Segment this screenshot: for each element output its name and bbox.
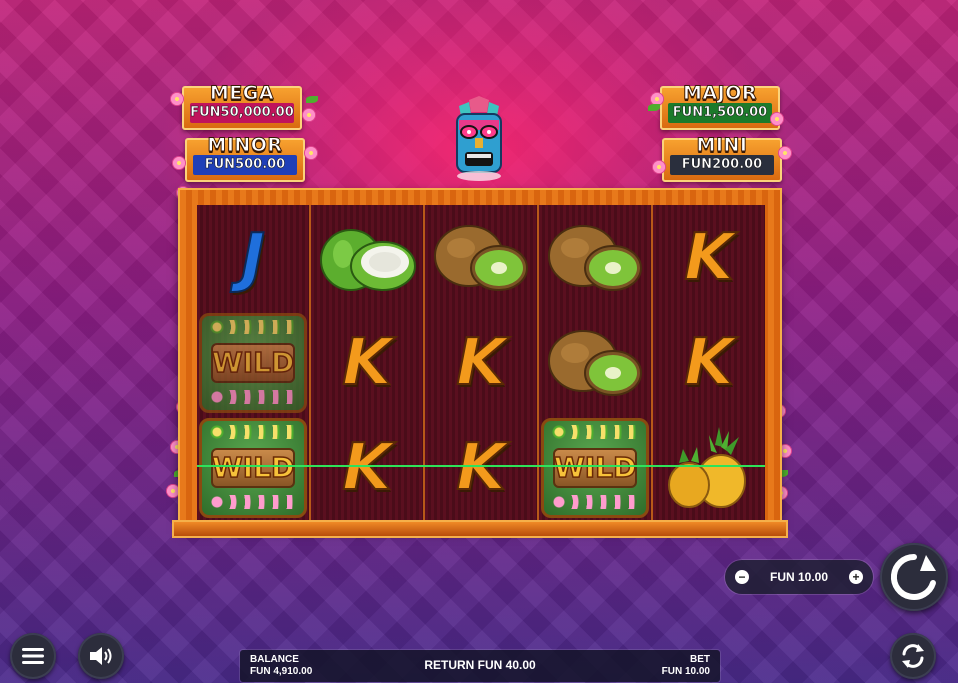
bet-increase-button[interactable]: + (849, 570, 863, 584)
flower-decoration (770, 112, 784, 126)
kiwi-icon (548, 224, 642, 291)
reel-5: K K (653, 205, 765, 520)
reel-3: K K (425, 205, 539, 520)
return-amount: RETURN FUN 40.00 (424, 658, 536, 672)
leaf-decoration (306, 96, 318, 103)
jackpot-mini-value: FUN200.00 (670, 155, 774, 175)
jackpot-mega-title: MEGA (209, 82, 275, 105)
reel-cell: K (425, 415, 537, 520)
flower-decoration (172, 156, 186, 170)
flower-decoration (552, 494, 638, 509)
autoplay-icon (902, 644, 924, 668)
bottom-info-bar: BALANCE FUN 4,910.00 RETURN FUN 40.00 BE… (240, 650, 720, 682)
coconut-icon (320, 228, 416, 291)
win-line (197, 465, 765, 467)
bet-decrease-button[interactable]: − (735, 570, 749, 584)
reel-cell (539, 205, 651, 310)
reel-1: J WILD WILD (197, 205, 311, 520)
wild-sign: WILD (211, 342, 295, 383)
flower-decoration (778, 146, 792, 160)
leaf-decoration (648, 104, 660, 111)
reel-cell: K (653, 310, 765, 415)
flower-decoration (170, 92, 184, 106)
flower-decoration (552, 424, 638, 439)
wild-label: WILD (553, 450, 637, 485)
spin-button[interactable] (880, 543, 948, 611)
reel-cell: WILD (197, 310, 309, 415)
k-symbol: K (455, 325, 507, 401)
spin-icon (890, 553, 936, 600)
flower-decoration (210, 319, 296, 334)
jackpot-major: MAJOR FUN1,500.00 (660, 82, 780, 130)
wild-label: WILD (211, 450, 295, 485)
wild-label: WILD (211, 345, 295, 380)
reel-frame-base (172, 520, 788, 538)
kiwi-icon (434, 224, 528, 291)
flower-decoration (652, 160, 666, 174)
bet-amount: FUN 10.00 (661, 666, 710, 677)
wild-symbol: WILD (199, 312, 307, 413)
flower-decoration (304, 146, 318, 160)
reel-2: K K (311, 205, 425, 520)
menu-icon (22, 648, 44, 664)
tiki-mask-icon (456, 96, 502, 181)
bet-label: BET (690, 654, 710, 665)
reel-4: WILD (539, 205, 653, 520)
reels: J WILD WILD K K K K WILD K K (197, 205, 765, 520)
kiwi-icon (548, 329, 642, 396)
reel-cell (425, 205, 537, 310)
jackpot-minor-value: FUN500.00 (193, 155, 297, 175)
j-symbol: J (240, 220, 266, 296)
reel-cell: K (311, 415, 423, 520)
jackpot-major-title: MAJOR (683, 82, 757, 105)
reel-cell (653, 415, 765, 520)
sound-button[interactable] (78, 633, 124, 679)
reel-cell: K (311, 310, 423, 415)
reel-cell: WILD (197, 415, 309, 520)
jackpot-mega-value: FUN50,000.00 (190, 103, 294, 123)
wild-sign: WILD (553, 447, 637, 488)
k-symbol: K (683, 220, 735, 296)
reel-cell: K (425, 310, 537, 415)
reel-cell (311, 205, 423, 310)
speaker-icon (90, 647, 112, 665)
flower-decoration (210, 389, 296, 404)
flower-decoration (302, 108, 316, 122)
k-symbol: K (341, 325, 393, 401)
k-symbol: K (341, 430, 393, 506)
jackpot-major-value: FUN1,500.00 (668, 103, 772, 123)
flower-decoration (210, 424, 296, 439)
jackpot-minor-title: MINOR (207, 134, 283, 157)
jackpot-mega: MEGA FUN50,000.00 (182, 82, 302, 130)
wild-symbol: WILD (199, 417, 307, 518)
k-symbol: K (683, 325, 735, 401)
jackpot-minor: MINOR FUN500.00 (185, 134, 305, 182)
menu-button[interactable] (10, 633, 56, 679)
wild-symbol: WILD (541, 417, 649, 518)
reel-cell (539, 310, 651, 415)
reel-cell: WILD (539, 415, 651, 520)
reel-cell: J (197, 205, 309, 310)
pineapple-icon (668, 426, 746, 508)
reel-cell: K (653, 205, 765, 310)
bet-value: FUN 10.00 (769, 570, 829, 584)
bet-control: − FUN 10.00 + (725, 560, 873, 594)
autoplay-button[interactable] (890, 633, 936, 679)
wild-sign: WILD (211, 447, 295, 488)
flower-decoration (210, 494, 296, 509)
jackpot-mini: MINI FUN200.00 (662, 134, 782, 182)
k-symbol: K (455, 430, 507, 506)
jackpot-mini-title: MINI (696, 134, 748, 157)
